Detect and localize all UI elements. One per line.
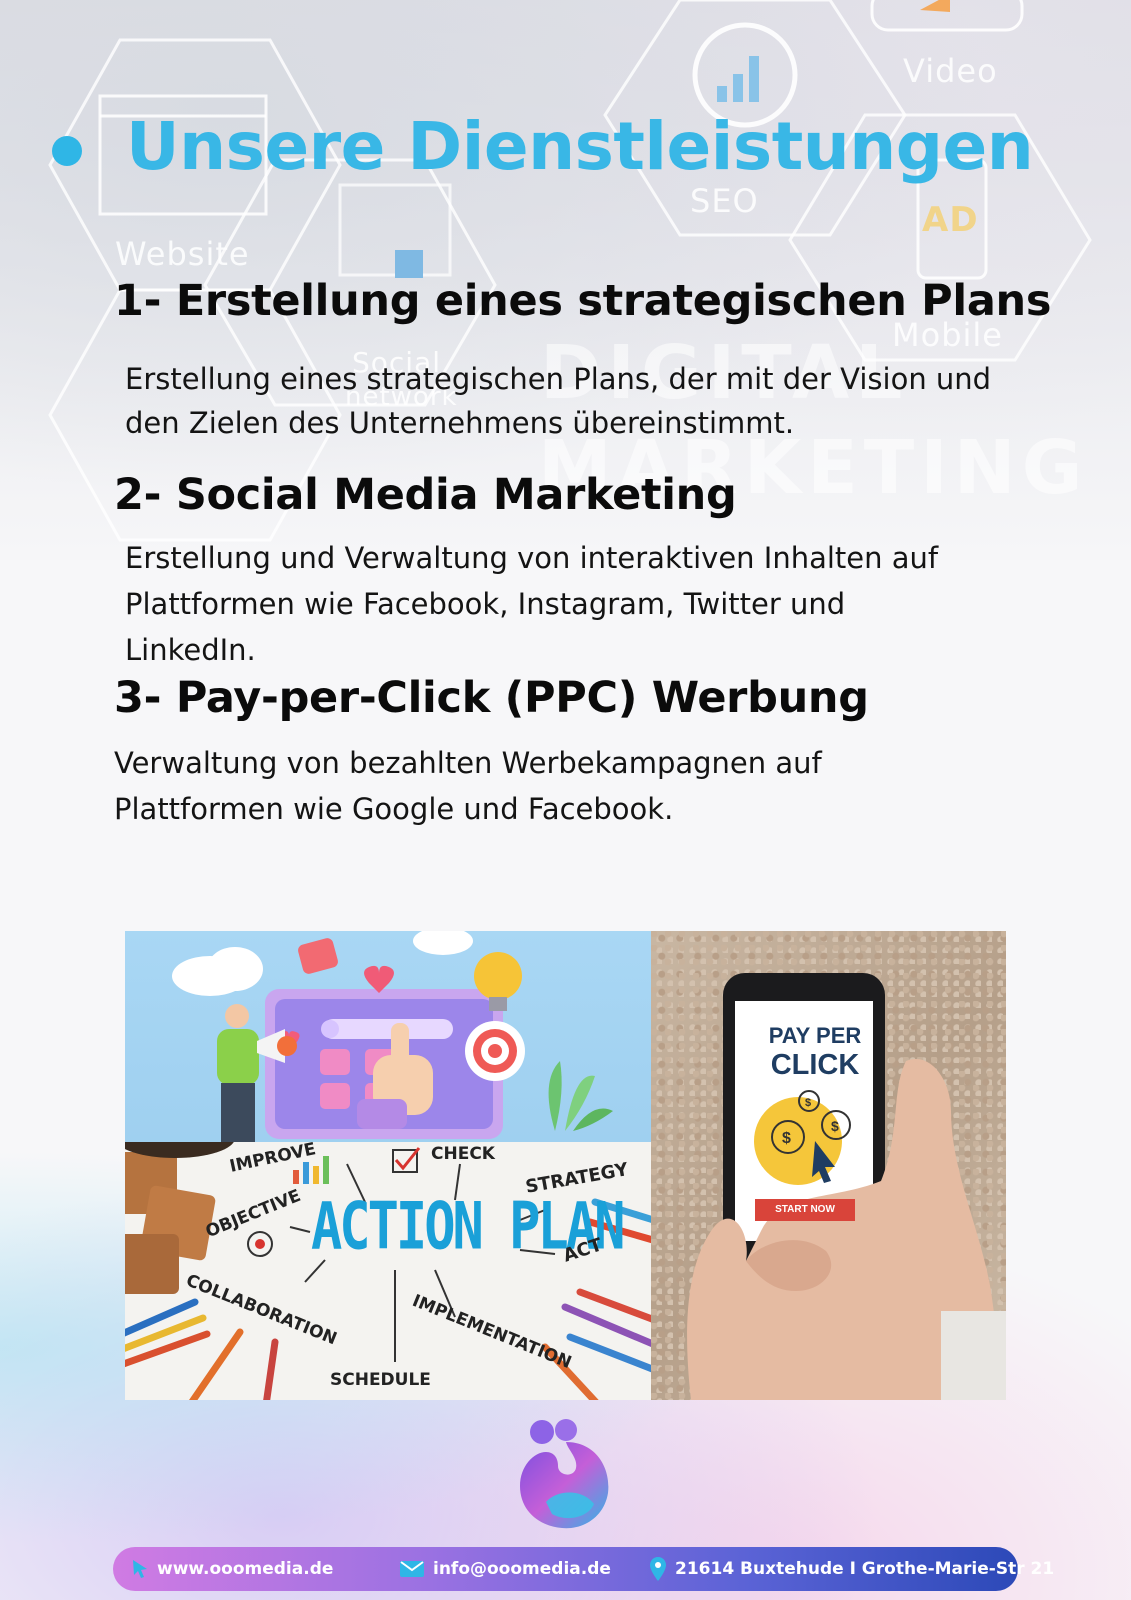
svg-text:$: $ (805, 1097, 811, 1109)
footer-contact-bar: www.ooomedia.de info@ooomedia.de 21614 B… (113, 1547, 1054, 1591)
svg-text:$: $ (831, 1118, 839, 1134)
footer-email[interactable]: info@ooomedia.de (399, 1547, 611, 1591)
ppc-pay-per-text: PAY PER (768, 1023, 862, 1048)
social-media-illustration (125, 931, 651, 1142)
mail-icon (400, 1561, 424, 1577)
footer-address-text: 21614 Buxtehude I Grothe-Marie-Str 21 (675, 1559, 1055, 1579)
page-title: Unsere Dienstleistungen (126, 108, 1034, 185)
bg-word-seo: SEO (690, 182, 759, 220)
ppc-click-text: CLICK (770, 1049, 860, 1081)
service-3-line-2: Plattformen wie Google und Facebook. (114, 792, 674, 826)
action-plan-photo: ACTION PLAN IMPROVE CHECK STRATEGY OBJEC… (125, 1142, 651, 1400)
footer-website[interactable]: www.ooomedia.de (131, 1547, 333, 1591)
service-1-heading: 1- Erstellung eines strategischen Plans (114, 276, 1052, 326)
service-2-line-3: LinkedIn. (125, 633, 256, 667)
service-2-description: Erstellung und Verwaltung von interaktiv… (125, 535, 938, 673)
service-1-description: Erstellung eines strategischen Plans, de… (125, 356, 991, 446)
action-word-check: CHECK (431, 1144, 495, 1164)
bullet-dot-icon (52, 136, 82, 166)
phone-in-hand-scene: $ $ $ (687, 973, 1006, 1400)
footer-address: 21614 Buxtehude I Grothe-Marie-Str 21 (649, 1547, 1054, 1591)
pay-per-click-photo: $ $ $ PAY PER CLICK START NOW (651, 931, 1006, 1400)
ppc-start-now-button: START NOW (755, 1199, 855, 1221)
footer-website-text[interactable]: www.ooomedia.de (157, 1559, 333, 1579)
service-1-line-2: den Zielen des Unternehmens übereinstimm… (125, 406, 795, 440)
social-media-scene (172, 931, 613, 1142)
bg-word-website: Website (115, 235, 250, 273)
location-pin-icon (650, 1557, 666, 1581)
service-2-line-2: Plattformen wie Facebook, Instagram, Twi… (125, 587, 846, 621)
service-3-heading: 3- Pay-per-Click (PPC) Werbung (114, 673, 869, 723)
bg-word-video: Video (903, 52, 998, 90)
ooomedia-logo (520, 1419, 609, 1529)
service-2-heading: 2- Social Media Marketing (114, 470, 737, 520)
bg-word-ad: AD (922, 200, 979, 240)
service-2-line-1: Erstellung und Verwaltung von interaktiv… (125, 541, 939, 575)
svg-text:$: $ (782, 1130, 791, 1147)
service-1-line-1: Erstellung eines strategischen Plans, de… (125, 362, 992, 396)
cursor-icon (133, 1560, 147, 1578)
service-3-description: Verwaltung von bezahlten Werbekampagnen … (114, 740, 822, 832)
service-3-line-1: Verwaltung von bezahlten Werbekampagnen … (114, 746, 822, 780)
footer-email-text[interactable]: info@ooomedia.de (433, 1559, 611, 1579)
action-word-schedule: SCHEDULE (330, 1370, 431, 1390)
